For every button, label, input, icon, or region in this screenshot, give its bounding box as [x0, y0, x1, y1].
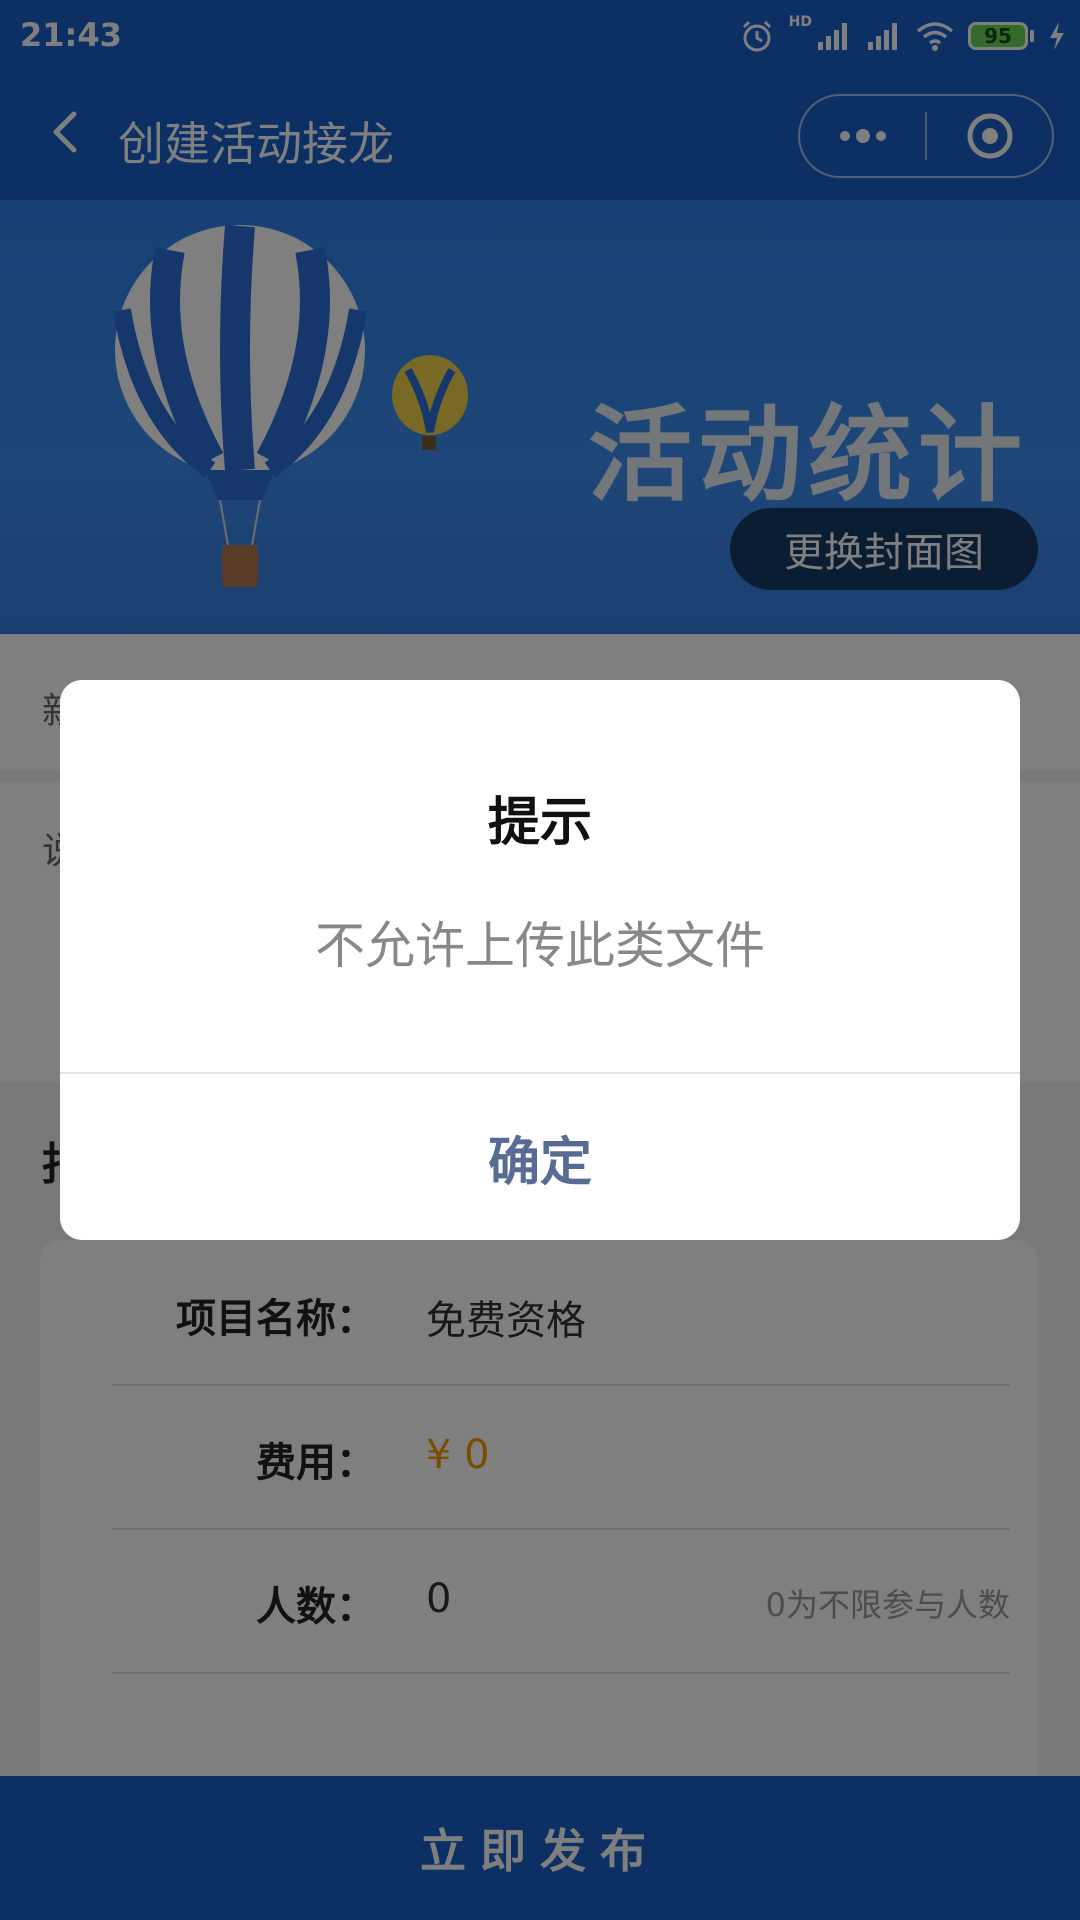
dialog-title: 提示 — [487, 793, 592, 853]
dialog-message: 不允许上传此类文件 — [315, 917, 765, 975]
confirm-button[interactable]: 确定 — [60, 1074, 1020, 1240]
alert-dialog: 提示 不允许上传此类文件 确定 — [60, 680, 1020, 1240]
